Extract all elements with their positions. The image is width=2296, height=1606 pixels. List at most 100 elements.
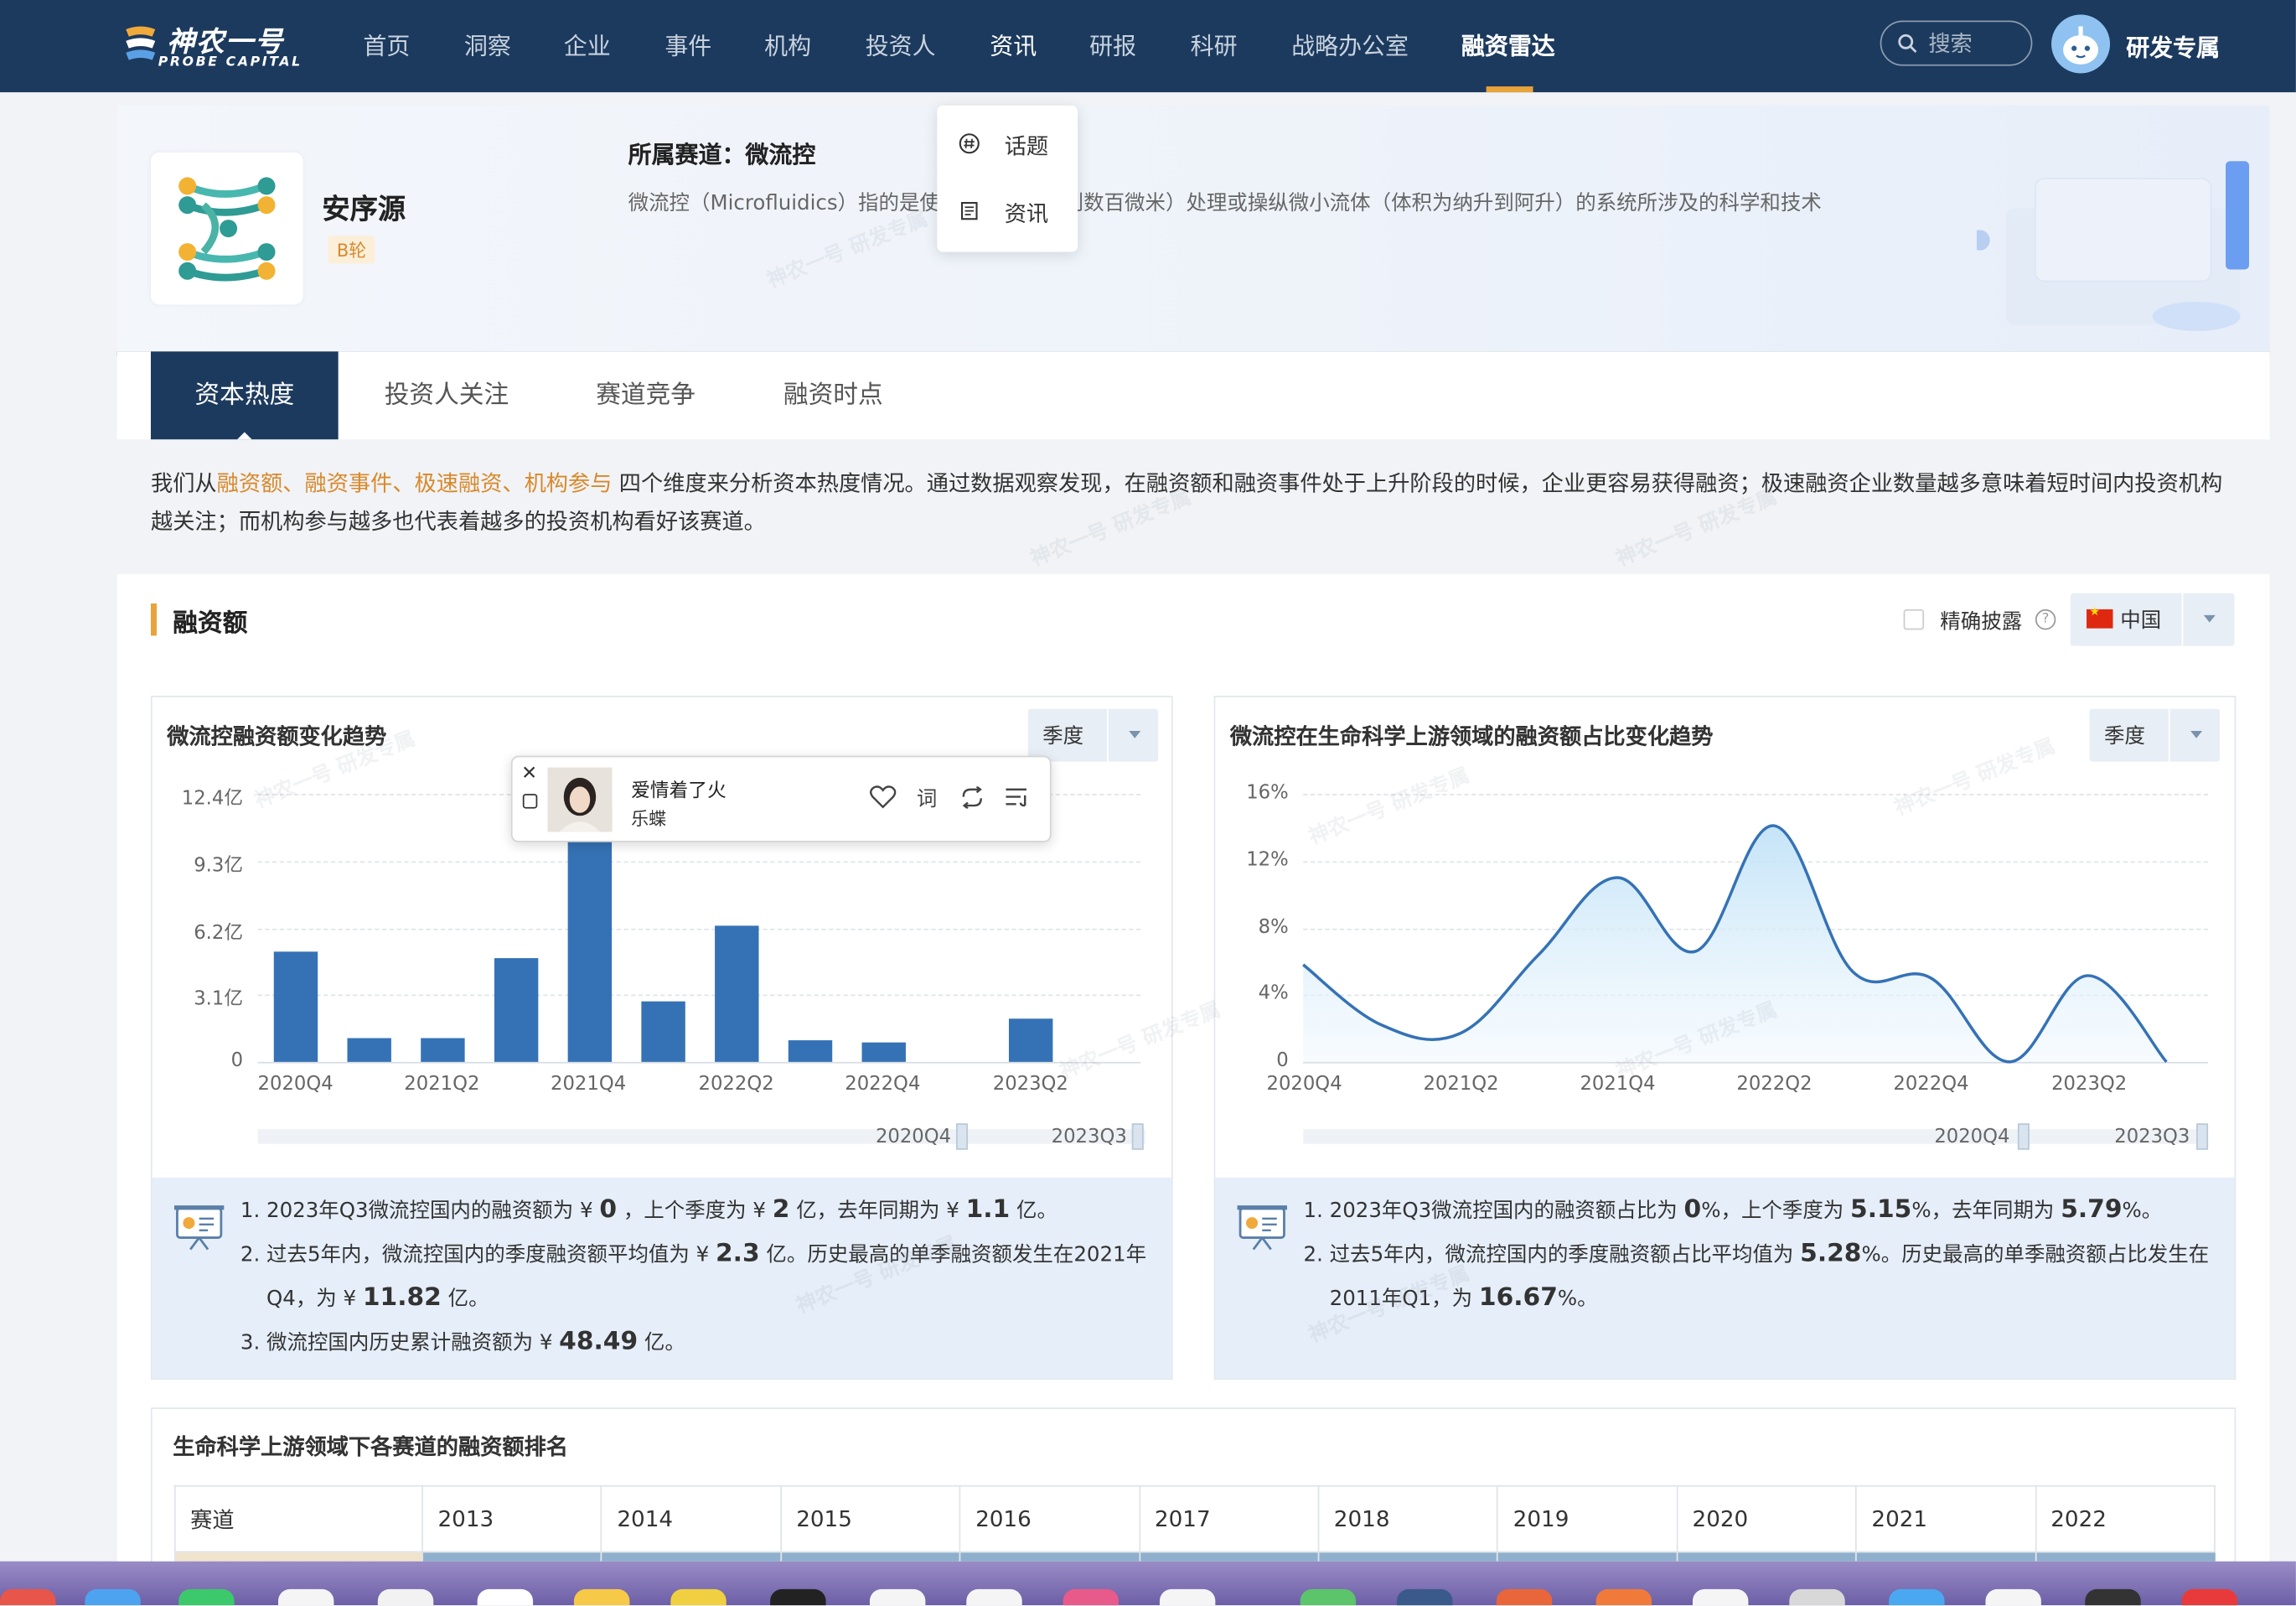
- nav-item-news[interactable]: 资讯: [990, 26, 1037, 61]
- section-title: 融资额: [173, 609, 248, 639]
- dock-app-icon[interactable]: [477, 1588, 534, 1606]
- nav-item-reports[interactable]: 研报: [1089, 26, 1136, 61]
- zoom-end-handle[interactable]: [1131, 1123, 1144, 1150]
- dock-app-icon[interactable]: [573, 1588, 630, 1606]
- nav-item-strategy-office[interactable]: 战略办公室: [1291, 26, 1409, 61]
- menu-item-news[interactable]: 资讯: [937, 183, 1078, 241]
- track-label: 所属赛道：微流控: [628, 140, 816, 168]
- loop-icon[interactable]: [959, 786, 985, 809]
- ranking-header-cell[interactable]: 2014: [601, 1484, 782, 1553]
- ranking-header-cell[interactable]: 2015: [779, 1484, 961, 1553]
- restore-window-icon[interactable]: [522, 794, 538, 809]
- dock-app-icon[interactable]: [869, 1588, 926, 1606]
- insight-text: 2023年Q3微流控国内的融资额为 ¥: [266, 1199, 600, 1224]
- dock-app-icon[interactable]: [1595, 1588, 1652, 1606]
- dock-app-icon[interactable]: [278, 1588, 334, 1606]
- precise-disclosure-checkbox[interactable]: [1903, 609, 1925, 630]
- dock-app-icon[interactable]: [966, 1588, 1022, 1606]
- country-select-value: 中国: [2120, 609, 2162, 633]
- funding-bar[interactable]: [715, 925, 759, 1062]
- tab-investor-attention[interactable]: 投资人关注: [359, 351, 535, 439]
- nav-item-research[interactable]: 科研: [1191, 26, 1238, 61]
- dock-app-icon[interactable]: [770, 1588, 826, 1606]
- tab-capital-heat[interactable]: 资本热度: [150, 351, 339, 440]
- funding-bar[interactable]: [1008, 1018, 1053, 1062]
- dock-app-icon[interactable]: [0, 1588, 56, 1606]
- dock-app-icon[interactable]: [1985, 1588, 2041, 1606]
- ranking-header-cell[interactable]: 2013: [421, 1484, 602, 1553]
- dock-app-icon[interactable]: [1789, 1588, 1845, 1606]
- nav-item-funding-radar[interactable]: 融资雷达: [1461, 26, 1555, 61]
- zoom-start-handle[interactable]: [956, 1123, 969, 1150]
- ranking-header-cell[interactable]: 2020: [1676, 1484, 1857, 1553]
- tab-funding-timing[interactable]: 融资时点: [758, 351, 908, 439]
- funding-bar[interactable]: [421, 1038, 465, 1062]
- funding-bar[interactable]: [494, 958, 539, 1062]
- ranking-header-cell[interactable]: 2021: [1855, 1484, 2036, 1553]
- ranking-header-cell[interactable]: 2022: [2035, 1484, 2216, 1553]
- ranking-header-cell[interactable]: 2016: [959, 1484, 1140, 1553]
- zoom-start-label: 2020Q4: [875, 1126, 952, 1148]
- zoom-start-label: 2020Q4: [1934, 1126, 2010, 1148]
- close-icon[interactable]: ✕: [521, 763, 537, 785]
- dock-app-icon[interactable]: [1496, 1588, 1553, 1606]
- dock-app-icon[interactable]: [178, 1588, 235, 1606]
- zoom-slider-track[interactable]: [257, 1129, 1145, 1144]
- zoom-slider-track[interactable]: [1303, 1129, 2209, 1144]
- dock-app-icon[interactable]: [1692, 1588, 1749, 1606]
- nav-item-insight[interactable]: 洞察: [464, 26, 511, 61]
- dock-app-icon[interactable]: [2085, 1588, 2141, 1606]
- dock-app-icon[interactable]: [377, 1588, 434, 1606]
- user-avatar[interactable]: [2051, 14, 2111, 74]
- tab-track-competition[interactable]: 赛道竞争: [571, 351, 720, 439]
- nav-item-institution[interactable]: 机构: [764, 26, 811, 61]
- dock-app-icon[interactable]: [85, 1588, 141, 1606]
- nav-item-event[interactable]: 事件: [664, 26, 711, 61]
- search-icon: [1898, 34, 1917, 54]
- search-input[interactable]: [1925, 28, 2029, 60]
- lyrics-button[interactable]: 词: [917, 784, 937, 813]
- zoom-end-handle[interactable]: [2196, 1123, 2209, 1150]
- user-name[interactable]: 研发专属: [2126, 28, 2220, 63]
- album-cover-portrait: [547, 767, 613, 832]
- dock-app-icon[interactable]: [670, 1588, 727, 1606]
- insight-item: 2023年Q3微流控国内的融资额占比为 0%，上个季度为 5.15%，去年同期为…: [1330, 1189, 2237, 1233]
- dock-app-icon[interactable]: [1889, 1588, 1945, 1606]
- ranking-header-cell[interactable]: 赛道: [173, 1484, 423, 1553]
- funding-bar[interactable]: [641, 1001, 685, 1062]
- ranking-header-cell[interactable]: 2017: [1138, 1484, 1320, 1553]
- funding-bar[interactable]: [861, 1042, 906, 1062]
- dock-app-icon[interactable]: [2181, 1588, 2238, 1606]
- funding-bar[interactable]: [567, 806, 613, 1062]
- playlist-icon[interactable]: [1005, 786, 1031, 808]
- zoom-start-handle[interactable]: [2017, 1123, 2030, 1150]
- country-select[interactable]: 中国: [2070, 593, 2237, 646]
- insight-value: 1.1: [965, 1194, 1011, 1225]
- probe-capital-logo[interactable]: 神农一号 PROBE CAPITAL: [120, 18, 310, 76]
- ranking-header-cell[interactable]: 2019: [1497, 1484, 1678, 1553]
- funding-bar[interactable]: [788, 1040, 833, 1062]
- insight-text: 亿，去年同期为 ¥: [789, 1199, 966, 1224]
- x-tick-label: 2021Q2: [1423, 1073, 1499, 1096]
- help-icon[interactable]: ?: [2035, 609, 2056, 630]
- country-dropdown-arrow[interactable]: [2181, 593, 2237, 646]
- funding-bar[interactable]: [273, 951, 318, 1062]
- heart-icon[interactable]: [870, 785, 897, 809]
- ranking-header-cell[interactable]: 2018: [1317, 1484, 1499, 1553]
- nav-item-company[interactable]: 企业: [564, 26, 611, 61]
- menu-item-topics[interactable]: 话题: [937, 116, 1078, 174]
- dock-app-icon[interactable]: [1063, 1588, 1120, 1606]
- funding-bar[interactable]: [347, 1038, 391, 1062]
- search-box[interactable]: [1880, 20, 2033, 66]
- ranking-title: 生命科学上游领域下各赛道的融资额排名: [173, 1433, 569, 1461]
- nav-item-investor[interactable]: 投资人: [866, 26, 936, 61]
- nav-item-home[interactable]: 首页: [363, 26, 410, 61]
- dock-app-icon[interactable]: [1159, 1588, 1216, 1606]
- dock-app-icon[interactable]: [1397, 1588, 1453, 1606]
- album-cover[interactable]: [547, 767, 613, 832]
- insight-item: 过去5年内，微流控国内的季度融资额平均值为 ¥ 2.3 亿。历史最高的单季融资额…: [266, 1233, 1160, 1321]
- news-dropdown-menu: 话题 资讯: [937, 105, 1078, 252]
- insight-value: 0: [599, 1194, 618, 1225]
- dock-app-icon[interactable]: [1300, 1588, 1357, 1606]
- table-cell: [1676, 1552, 1857, 1562]
